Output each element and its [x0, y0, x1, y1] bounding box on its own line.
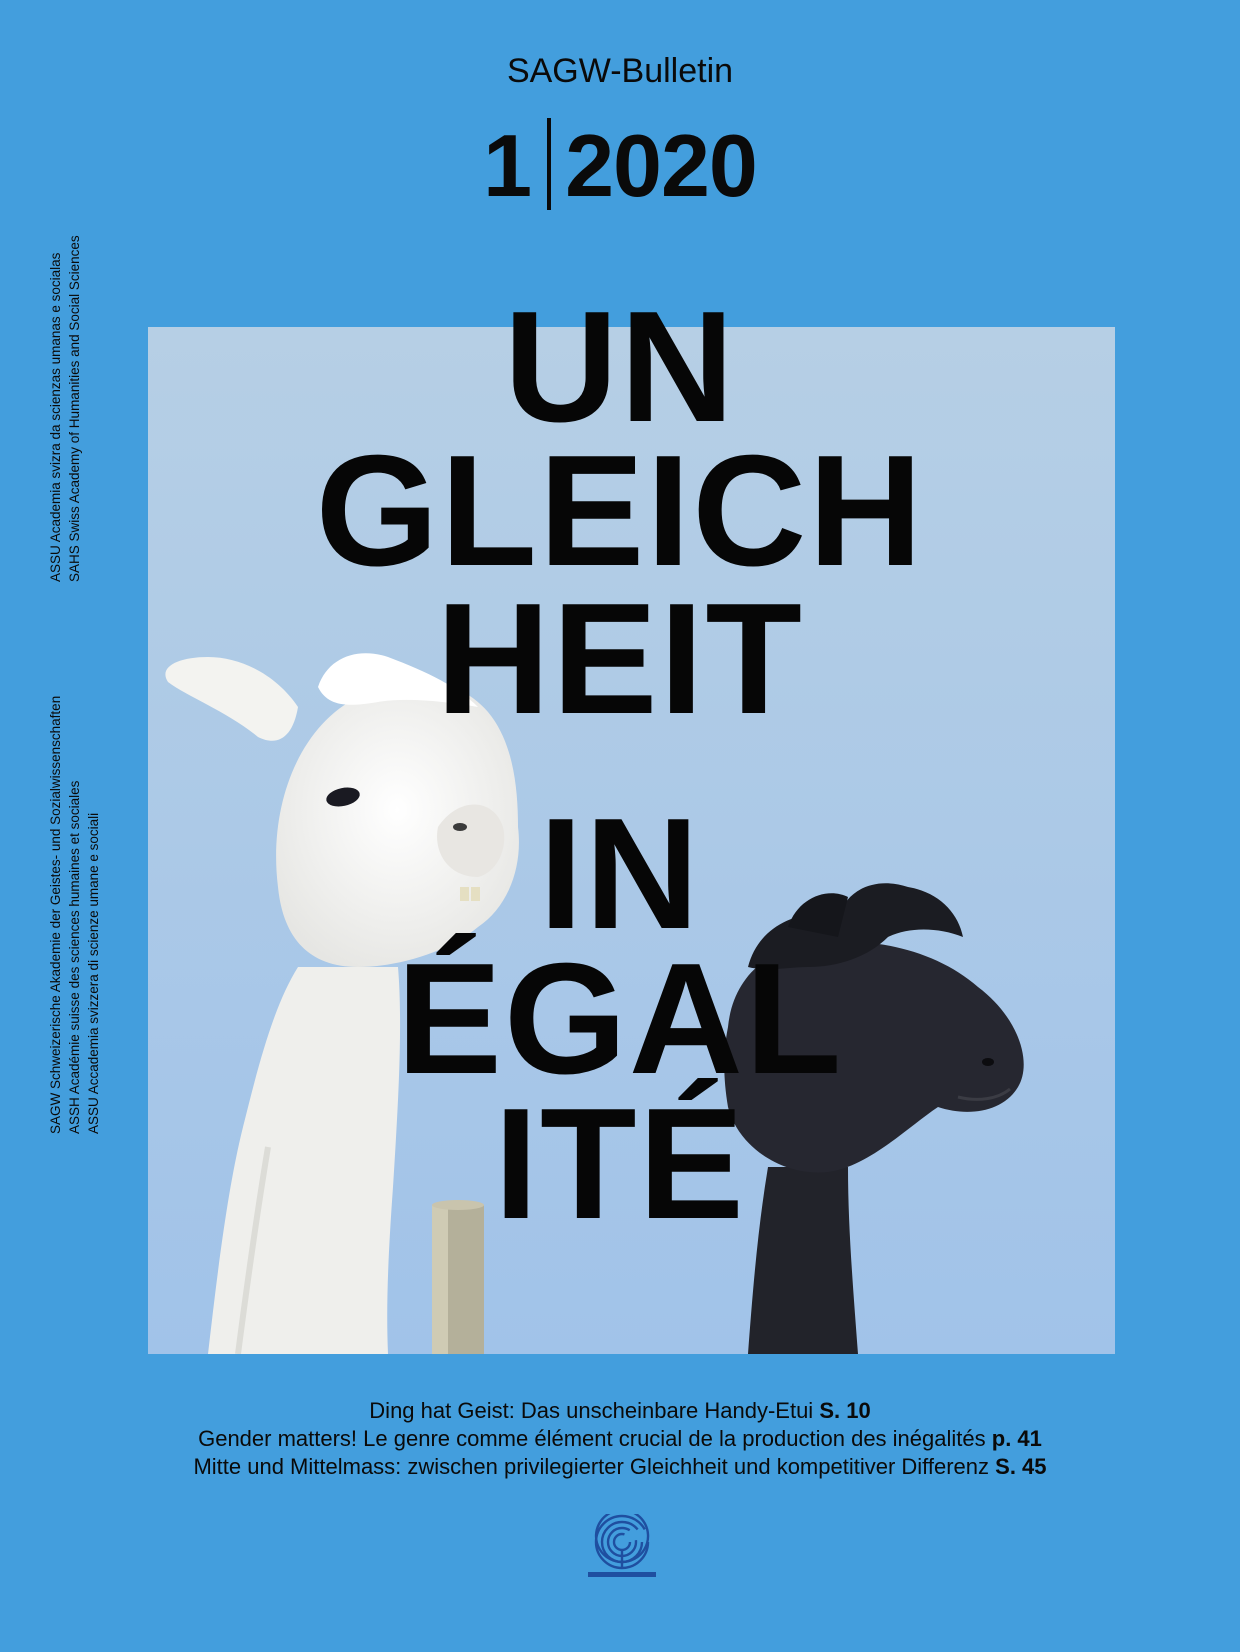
contents-item[interactable]: Ding hat Geist: Das unscheinbare Handy-E…	[0, 1397, 1240, 1425]
contents-list: Ding hat Geist: Das unscheinbare Handy-E…	[0, 1397, 1240, 1481]
contents-item[interactable]: Gender matters! Le genre comme élément c…	[0, 1425, 1240, 1453]
title-line-4: IN	[539, 786, 701, 962]
side-text-line: ASSH Académie suisse des sciences humain…	[67, 780, 82, 1134]
side-text-lower: SAGW Schweizerische Akademie der Geistes…	[46, 696, 103, 1134]
side-text-line: SAGW Schweizerische Akademie der Geistes…	[48, 695, 63, 1134]
bulletin-label: SAGW-Bulletin	[506, 52, 734, 90]
issue-number: 1 2020	[0, 118, 1240, 210]
side-text-line: ASSU Academia svizra da scienzas umanas …	[48, 252, 63, 582]
issue-number-value: 1	[483, 116, 532, 215]
title-line-5: ÉGAL	[396, 931, 844, 1107]
contents-item[interactable]: Mitte und Mittelmass: zwischen privilegi…	[0, 1453, 1240, 1481]
title-line-6: ITÉ	[494, 1076, 746, 1252]
contents-item-title: Gender matters! Le genre comme élément c…	[198, 1426, 986, 1451]
contents-item-page: S. 10	[819, 1398, 871, 1423]
issue-separator	[547, 118, 552, 210]
side-text-upper: ASSU Academia svizra da scienzas umanas …	[46, 235, 84, 582]
contents-item-title: Ding hat Geist: Das unscheinbare Handy-E…	[369, 1398, 814, 1423]
title-line-3: HEIT	[436, 571, 804, 747]
contents-item-page: S. 45	[995, 1454, 1047, 1479]
contents-item-page: p. 41	[991, 1426, 1042, 1451]
labyrinth-logo-icon	[586, 1508, 658, 1578]
side-text-line: SAHS Swiss Academy of Humanities and Soc…	[67, 235, 82, 582]
magazine-cover: SAGW-Bulletin 1 2020 UN GLEICH HEIT IN É…	[0, 0, 1240, 1652]
side-text-line: ASSU Accademia svizzera di scienze umane…	[86, 812, 101, 1134]
issue-year: 2020	[565, 116, 758, 215]
contents-item-title: Mitte und Mittelmass: zwischen privilegi…	[193, 1454, 990, 1479]
title-line-2: GLEICH	[315, 423, 925, 599]
